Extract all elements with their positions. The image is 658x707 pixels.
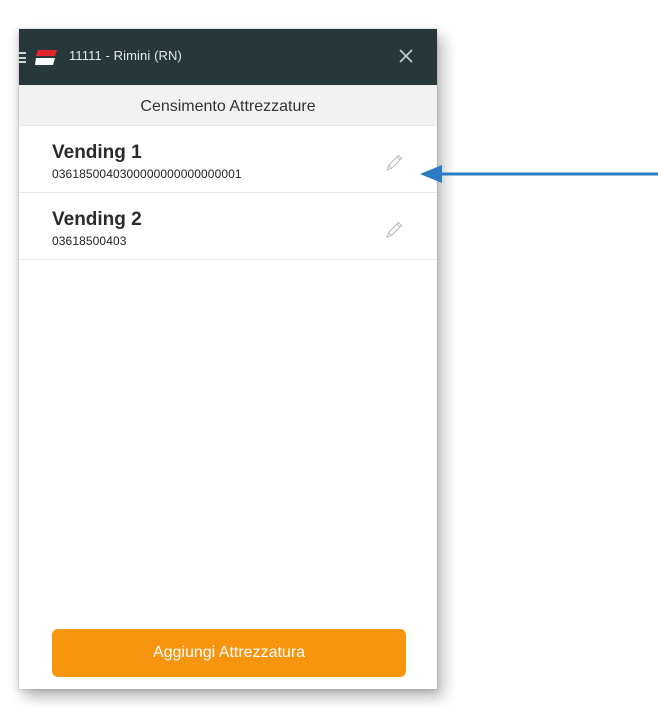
equipment-code: 03618500403 — [52, 234, 127, 248]
page-title-bar: Censimento Attrezzature — [19, 85, 437, 126]
equipment-list-item[interactable]: Vending 2 03618500403 — [19, 193, 437, 260]
app-title: 11111 - Rimini (RN) — [69, 48, 182, 63]
phone-screen: 11111 - Rimini (RN) Censimento Attrezzat… — [19, 29, 437, 689]
add-equipment-button[interactable]: Aggiungi Attrezzatura — [52, 629, 406, 677]
pencil-edit-icon[interactable] — [383, 152, 405, 174]
app-logo-icon — [35, 50, 57, 65]
equipment-code: 0361850040300000000000000001 — [52, 167, 242, 181]
equipment-name: Vending 2 — [52, 209, 142, 230]
hamburger-menu-icon[interactable] — [19, 52, 26, 63]
equipment-list: Vending 1 0361850040300000000000000001 V… — [19, 126, 437, 260]
close-icon[interactable] — [397, 47, 415, 65]
pencil-edit-icon[interactable] — [383, 219, 405, 241]
equipment-list-item[interactable]: Vending 1 0361850040300000000000000001 — [19, 126, 437, 193]
annotation-arrow-icon — [420, 165, 658, 183]
page-title: Censimento Attrezzature — [140, 98, 316, 115]
app-header: 11111 - Rimini (RN) — [19, 29, 437, 85]
equipment-name: Vending 1 — [52, 142, 142, 163]
